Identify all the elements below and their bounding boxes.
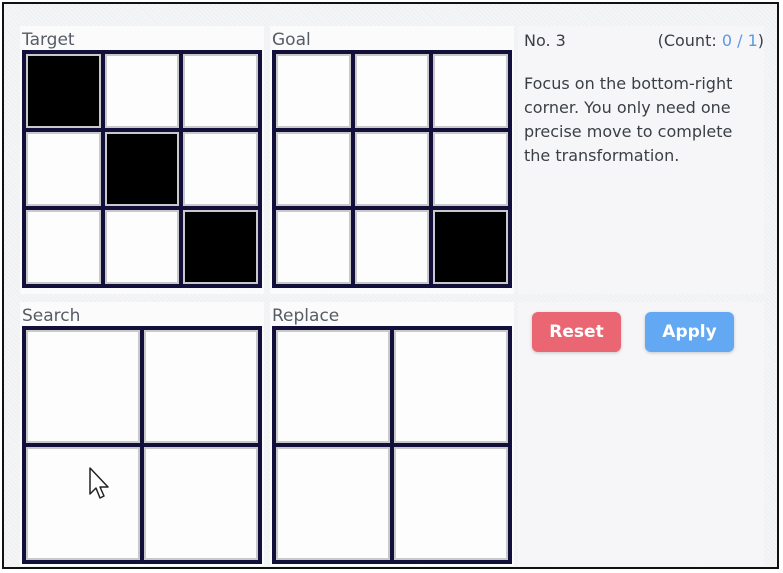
grid-cell xyxy=(354,54,430,128)
count-suffix: ) xyxy=(757,31,764,50)
goal-label: Goal xyxy=(272,30,311,50)
grid-cell xyxy=(433,54,508,128)
mouse-cursor-icon xyxy=(89,467,109,499)
move-counter: (Count: 0 / 1) xyxy=(658,31,764,50)
level-number: No. 3 xyxy=(524,31,566,50)
grid-cell xyxy=(354,210,430,284)
grid-cell[interactable] xyxy=(144,447,258,560)
grid-cell xyxy=(104,210,180,284)
grid-cell[interactable] xyxy=(276,330,390,443)
replace-label: Replace xyxy=(272,306,340,326)
reset-button[interactable]: Reset xyxy=(532,312,621,352)
info-panel: No. 3 (Count: 0 / 1) Focus on the bottom… xyxy=(518,26,764,294)
count-prefix: (Count: xyxy=(657,31,722,50)
target-grid xyxy=(22,50,262,288)
count-separator: / xyxy=(732,31,748,50)
count-current: 0 xyxy=(721,31,732,50)
grid-cell[interactable] xyxy=(394,447,508,560)
grid-cell xyxy=(433,210,508,284)
puzzle-frame: Target Goal No. 3 (Count: 0 / 1) Focus o… xyxy=(2,2,779,569)
grid-cell xyxy=(104,54,180,128)
grid-cell xyxy=(26,210,101,284)
grid-cell xyxy=(354,132,430,206)
replace-grid[interactable] xyxy=(272,326,512,564)
apply-button[interactable]: Apply xyxy=(645,312,734,352)
grid-cell[interactable] xyxy=(276,447,390,560)
grid-cell[interactable] xyxy=(394,330,508,443)
search-grid[interactable] xyxy=(22,326,262,564)
search-label: Search xyxy=(22,306,81,326)
grid-cell[interactable] xyxy=(144,330,258,443)
grid-cell xyxy=(433,132,508,206)
grid-cell[interactable] xyxy=(26,447,140,560)
grid-cell xyxy=(183,210,258,284)
grid-cell xyxy=(276,132,351,206)
grid-cell xyxy=(183,54,258,128)
grid-cell[interactable] xyxy=(26,330,140,443)
goal-grid xyxy=(272,50,512,288)
grid-cell xyxy=(183,132,258,206)
grid-cell xyxy=(26,132,101,206)
grid-cell xyxy=(26,54,101,128)
grid-cell xyxy=(104,132,180,206)
level-description: Focus on the bottom-right corner. You on… xyxy=(524,74,733,165)
controls-panel: Reset Apply xyxy=(518,302,764,566)
count-total: 1 xyxy=(747,31,758,50)
target-label: Target xyxy=(22,30,75,50)
grid-cell xyxy=(276,54,351,128)
grid-cell xyxy=(276,210,351,284)
